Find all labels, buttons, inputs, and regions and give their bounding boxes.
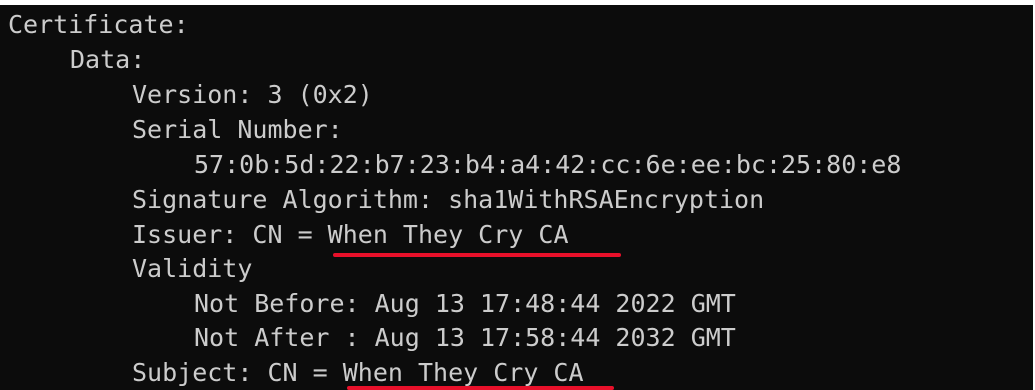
terminal-window[interactable]: Certificate: Data: Version: 3 (0x2) Seri… <box>0 5 1033 390</box>
not-after-line: Not After : Aug 13 17:58:44 2032 GMT <box>194 323 736 352</box>
issuer-prefix: Issuer: CN = <box>132 220 328 249</box>
issuer-cn: When They Cry CA <box>327 220 569 249</box>
certificate-header: Certificate: <box>8 10 189 39</box>
subject-cn: When They Cry CA <box>342 358 584 387</box>
serial-number-value: 57:0b:5d:22:b7:23:b4:a4:42:cc:6e:ee:bc:2… <box>194 150 902 179</box>
subject-prefix: Subject: CN = <box>132 358 343 387</box>
subject-annotation-underline <box>347 386 614 390</box>
not-before-line: Not Before: Aug 13 17:48:44 2022 GMT <box>194 289 736 318</box>
version-line: Version: 3 (0x2) <box>132 80 373 109</box>
subject-line: Subject: CN = When They Cry CA <box>132 355 584 390</box>
issuer-annotation-underline <box>333 253 621 257</box>
validity-label: Validity <box>132 254 253 283</box>
data-label: Data: <box>70 45 146 74</box>
issuer-line: Issuer: CN = When They Cry CA <box>132 217 569 252</box>
serial-number-label: Serial Number: <box>132 115 343 144</box>
signature-algorithm-line: Signature Algorithm: sha1WithRSAEncrypti… <box>132 185 765 214</box>
